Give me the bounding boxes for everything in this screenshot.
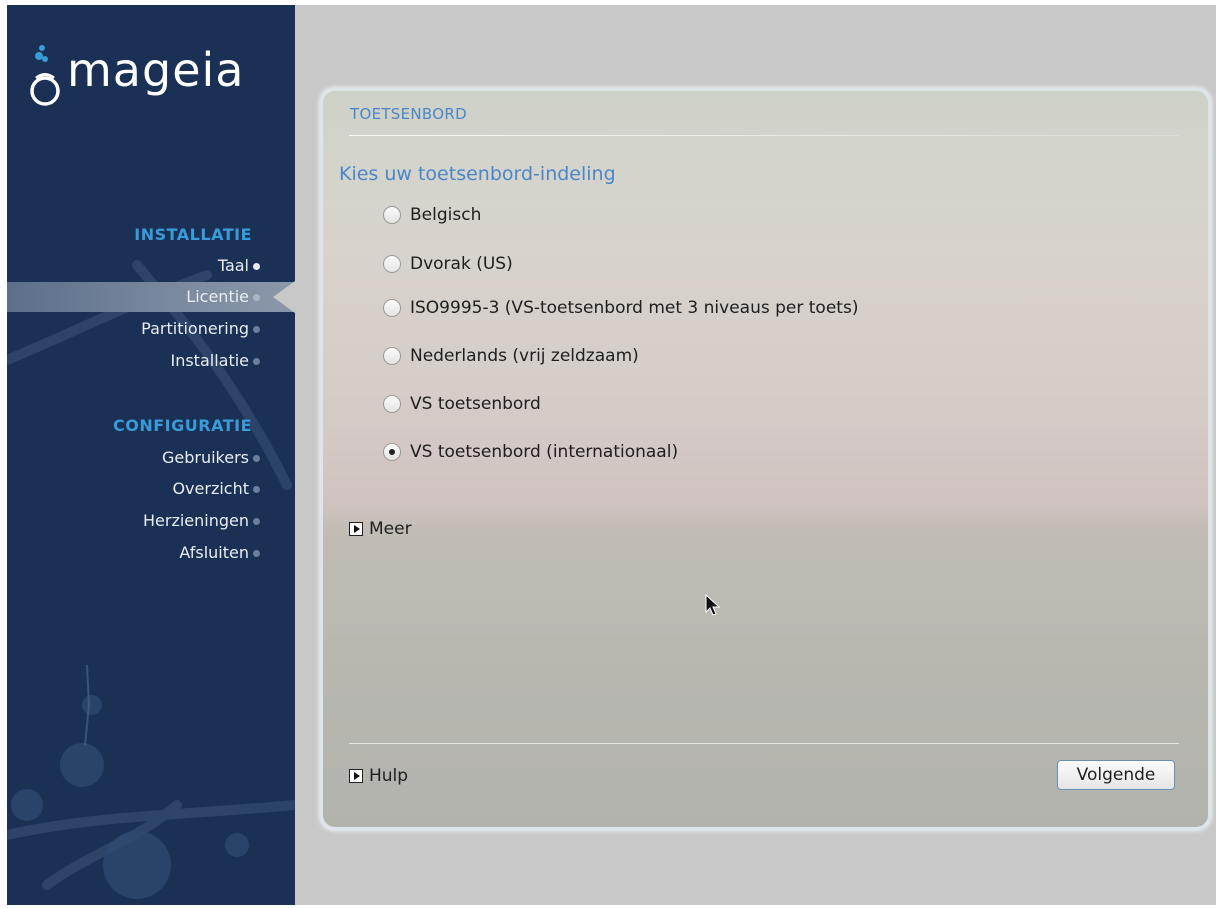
sidebar-item-partitionering: Partitionering	[7, 314, 295, 344]
step-pending-icon	[253, 550, 260, 557]
sidebar-item-herzieningen: Herzieningen	[7, 506, 295, 536]
radio-option-iso9995-3[interactable]: ISO9995-3 (VS-toetsenbord met 3 niveaus …	[383, 295, 858, 321]
mageia-logo-icon	[30, 45, 60, 106]
sidebar-item-taal: Taal	[7, 251, 295, 281]
radio-option-nederlands[interactable]: Nederlands (vrij zeldzaam)	[383, 343, 639, 369]
keyboard-panel: TOETSENBORD Kies uw toetsenbord-indeling…	[323, 91, 1208, 827]
radio-icon[interactable]	[383, 395, 401, 413]
sidebar-item-label: Partitionering	[141, 319, 249, 338]
more-expander[interactable]: Meer	[349, 519, 412, 539]
next-button[interactable]: Volgende	[1057, 760, 1175, 790]
radio-label: ISO9995-3 (VS-toetsenbord met 3 niveaus …	[410, 298, 859, 318]
more-label: Meer	[369, 519, 412, 539]
step-done-icon	[253, 263, 260, 270]
radio-label: VS toetsenbord	[410, 394, 541, 414]
sidebar-item-label: Afsluiten	[179, 543, 249, 562]
radio-option-belgisch[interactable]: Belgisch	[383, 202, 481, 228]
step-current-icon	[253, 294, 260, 301]
panel-title: TOETSENBORD	[350, 105, 467, 123]
sidebar-item-label: Gebruikers	[161, 448, 249, 467]
radio-icon[interactable]	[383, 299, 401, 317]
radio-label: Belgisch	[410, 205, 482, 225]
sidebar-item-label: Herzieningen	[142, 511, 249, 530]
radio-label: Dvorak (US)	[410, 254, 513, 274]
sidebar: mageia INSTALLATIE Taal Licentie Partiti…	[7, 5, 295, 905]
expander-arrow-icon[interactable]	[349, 769, 363, 783]
title-divider	[349, 135, 1179, 136]
expander-arrow-icon[interactable]	[349, 522, 363, 536]
step-pending-icon	[253, 326, 260, 333]
radio-label: Nederlands (vrij zeldzaam)	[410, 346, 639, 366]
logo-text: mageia	[67, 43, 245, 97]
radio-icon[interactable]	[383, 347, 401, 365]
help-expander[interactable]: Hulp	[349, 766, 408, 786]
sidebar-item-afsluiten: Afsluiten	[7, 538, 295, 568]
main-area: TOETSENBORD Kies uw toetsenbord-indeling…	[295, 5, 1216, 905]
radio-option-vs-internationaal[interactable]: VS toetsenbord (internationaal)	[383, 439, 678, 465]
step-pending-icon	[253, 358, 260, 365]
sidebar-item-installatie: Installatie	[7, 346, 295, 376]
step-pending-icon	[253, 518, 260, 525]
mageia-logo: mageia	[29, 43, 289, 113]
radio-icon[interactable]	[383, 206, 401, 224]
installer-screen: mageia INSTALLATIE Taal Licentie Partiti…	[0, 0, 1216, 908]
sidebar-item-licentie: Licentie	[7, 281, 295, 313]
step-pending-icon	[253, 455, 260, 462]
sidebar-item-overzicht: Overzicht	[7, 474, 295, 504]
sidebar-item-label: Installatie	[170, 351, 249, 370]
mouse-pointer-icon	[705, 594, 721, 616]
sidebar-item-label: Taal	[217, 256, 249, 275]
radio-label: VS toetsenbord (internationaal)	[410, 442, 679, 462]
sidebar-item-label: Overzicht	[172, 479, 249, 498]
radio-icon[interactable]	[383, 255, 401, 273]
section-installatie: INSTALLATIE	[134, 225, 252, 244]
radio-option-vs[interactable]: VS toetsenbord	[383, 391, 541, 417]
radio-option-dvorak[interactable]: Dvorak (US)	[383, 251, 513, 277]
page-subtitle: Kies uw toetsenbord-indeling	[339, 163, 616, 185]
step-pending-icon	[253, 486, 260, 493]
sidebar-item-gebruikers: Gebruikers	[7, 443, 295, 473]
section-configuratie: CONFIGURATIE	[113, 416, 252, 435]
help-label: Hulp	[369, 766, 409, 786]
active-pointer-icon	[273, 281, 295, 313]
radio-selected-icon[interactable]	[383, 443, 401, 461]
bottom-divider	[349, 743, 1179, 744]
sidebar-item-label: Licentie	[186, 287, 249, 306]
